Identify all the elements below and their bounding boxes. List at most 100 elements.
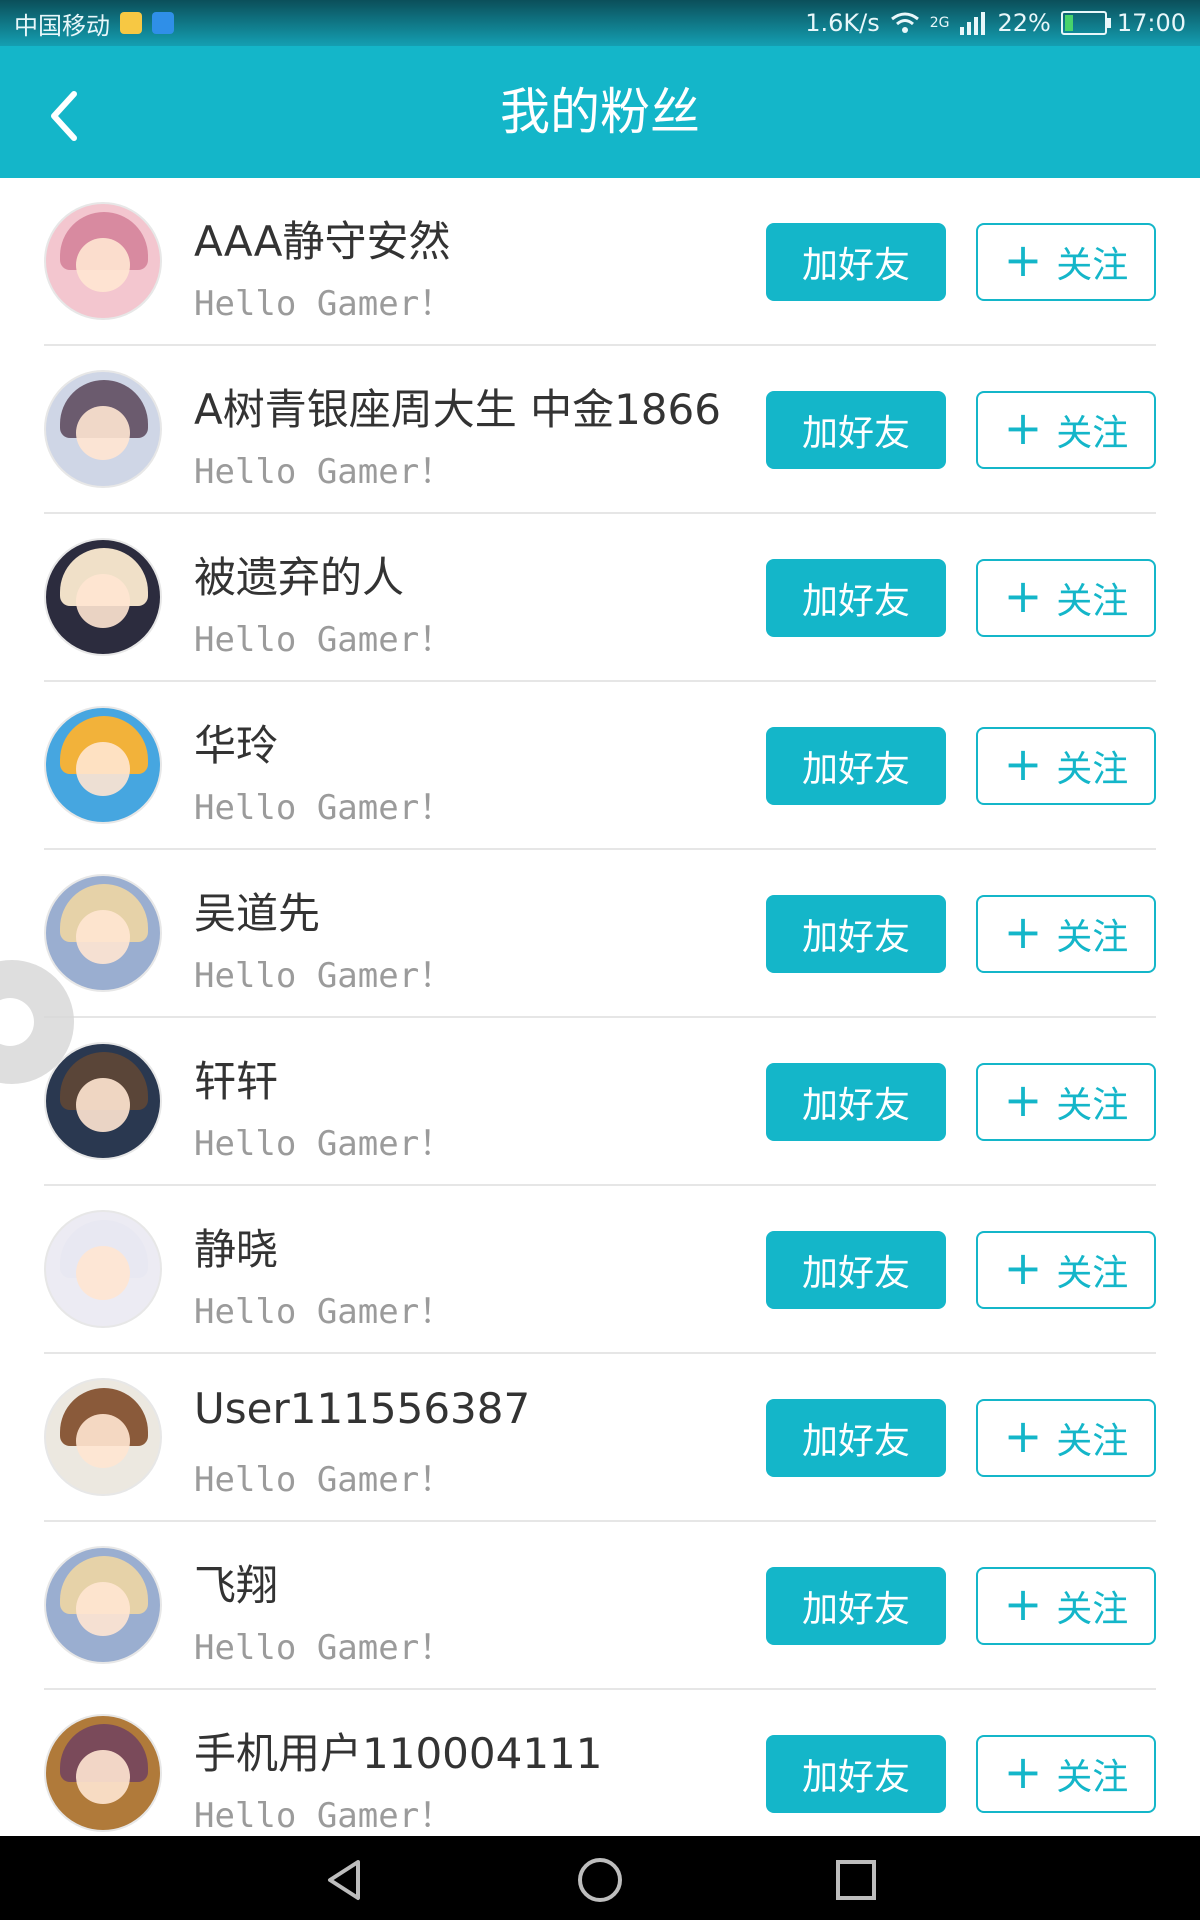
fan-row[interactable]: 飞翔 Hello Gamer！ 加好友 + 关注 — [0, 1522, 1200, 1690]
plus-icon: + — [1003, 1409, 1043, 1463]
follow-button[interactable]: + 关注 — [976, 1735, 1156, 1813]
avatar-face — [76, 1582, 130, 1636]
fan-row[interactable]: 手机用户110004111 Hello Gamer！ 加好友 + 关注 — [0, 1690, 1200, 1836]
add-friend-button[interactable]: 加好友 — [766, 895, 946, 973]
avatar-face — [76, 406, 130, 460]
add-friend-button[interactable]: 加好友 — [766, 727, 946, 805]
follow-label: 关注 — [1056, 1421, 1129, 1462]
wifi-icon — [890, 12, 919, 33]
add-friend-label: 加好友 — [801, 917, 910, 958]
avatar[interactable] — [44, 1546, 162, 1664]
fan-row[interactable]: A树青银座周大生 中金1866 Hello Gamer！ 加好友 + 关注 — [0, 346, 1200, 514]
follow-label: 关注 — [1056, 581, 1129, 622]
fan-row[interactable]: AAA静守安然 Hello Gamer！ 加好友 + 关注 — [0, 178, 1200, 346]
add-friend-label: 加好友 — [801, 749, 910, 790]
network-type-badge: 2G — [929, 15, 950, 31]
fan-name: 飞翔 — [194, 1561, 279, 1610]
fan-name: 华玲 — [194, 721, 279, 770]
follow-label: 关注 — [1056, 413, 1129, 454]
avatar-face — [76, 1078, 130, 1132]
fan-signature: Hello Gamer！ — [194, 1460, 454, 1500]
weibo-icon — [120, 12, 142, 34]
fan-list[interactable]: AAA静守安然 Hello Gamer！ 加好友 + 关注 A树青银座周大生 中… — [0, 178, 1200, 1836]
fan-signature: Hello Gamer！ — [194, 1628, 454, 1668]
carrier-label: 中国移动 — [14, 11, 110, 40]
follow-label: 关注 — [1056, 1253, 1129, 1294]
fan-name: 静晓 — [194, 1225, 279, 1274]
follow-label: 关注 — [1056, 1757, 1129, 1798]
avatar-face — [76, 1246, 130, 1300]
status-bar: 中国移动 1.6K/s 2G 22% 17:00 — [0, 0, 1200, 46]
circle-home-icon[interactable] — [576, 1856, 624, 1904]
add-friend-label: 加好友 — [801, 1589, 910, 1630]
add-friend-label: 加好友 — [801, 1421, 910, 1462]
add-friend-label: 加好友 — [801, 245, 910, 286]
battery-icon — [1060, 11, 1111, 35]
add-friend-button[interactable]: 加好友 — [766, 223, 946, 301]
plus-icon: + — [1003, 1241, 1043, 1295]
signal-icon — [960, 12, 986, 35]
follow-button[interactable]: + 关注 — [976, 1063, 1156, 1141]
fan-row[interactable]: 静晓 Hello Gamer！ 加好友 + 关注 — [0, 1186, 1200, 1354]
fan-row[interactable]: 被遗弃的人 Hello Gamer！ 加好友 + 关注 — [0, 514, 1200, 682]
fan-name: 吴道先 — [194, 889, 321, 938]
avatar[interactable] — [44, 706, 162, 824]
plus-icon: + — [1003, 1577, 1043, 1631]
avatar[interactable] — [44, 1210, 162, 1328]
avatar-face — [76, 1750, 130, 1804]
follow-label: 关注 — [1056, 1085, 1129, 1126]
avatar-face — [76, 742, 130, 796]
follow-button[interactable]: + 关注 — [976, 1399, 1156, 1477]
fan-name: AAA静守安然 — [194, 217, 451, 266]
add-friend-button[interactable]: 加好友 — [766, 1735, 946, 1813]
network-speed: 1.6K/s — [805, 9, 880, 37]
add-friend-label: 加好友 — [801, 413, 910, 454]
add-friend-button[interactable]: 加好友 — [766, 1231, 946, 1309]
follow-button[interactable]: + 关注 — [976, 223, 1156, 301]
app-notification-icon — [152, 12, 174, 34]
avatar-face — [76, 574, 130, 628]
follow-label: 关注 — [1056, 245, 1129, 286]
follow-button[interactable]: + 关注 — [976, 1567, 1156, 1645]
add-friend-button[interactable]: 加好友 — [766, 1399, 946, 1477]
avatar[interactable] — [44, 538, 162, 656]
follow-button[interactable]: + 关注 — [976, 559, 1156, 637]
fan-row[interactable]: 吴道先 Hello Gamer！ 加好友 + 关注 — [0, 850, 1200, 1018]
page-title: 我的粉丝 — [500, 83, 700, 141]
avatar-face — [76, 238, 130, 292]
status-right: 1.6K/s 2G 22% 17:00 — [805, 9, 1200, 37]
follow-button[interactable]: + 关注 — [976, 391, 1156, 469]
add-friend-button[interactable]: 加好友 — [766, 1063, 946, 1141]
avatar[interactable] — [44, 1042, 162, 1160]
follow-button[interactable]: + 关注 — [976, 895, 1156, 973]
add-friend-button[interactable]: 加好友 — [766, 391, 946, 469]
avatar[interactable] — [44, 1378, 162, 1496]
navigation-bar — [0, 1836, 1200, 1920]
fan-signature: Hello Gamer！ — [194, 788, 454, 828]
avatar[interactable] — [44, 202, 162, 320]
plus-icon: + — [1003, 233, 1043, 287]
follow-button[interactable]: + 关注 — [976, 1231, 1156, 1309]
add-friend-label: 加好友 — [801, 1085, 910, 1126]
plus-icon: + — [1003, 1073, 1043, 1127]
avatar[interactable] — [44, 1714, 162, 1832]
status-left: 中国移动 — [0, 6, 174, 41]
plus-icon: + — [1003, 401, 1043, 455]
follow-label: 关注 — [1056, 749, 1129, 790]
fan-row[interactable]: 华玲 Hello Gamer！ 加好友 + 关注 — [0, 682, 1200, 850]
square-recents-icon[interactable] — [832, 1856, 880, 1904]
fan-signature: Hello Gamer！ — [194, 956, 454, 996]
triangle-back-icon[interactable] — [322, 1856, 370, 1904]
add-friend-button[interactable]: 加好友 — [766, 559, 946, 637]
add-friend-button[interactable]: 加好友 — [766, 1567, 946, 1645]
add-friend-label: 加好友 — [801, 1757, 910, 1798]
follow-button[interactable]: + 关注 — [976, 727, 1156, 805]
avatar[interactable] — [44, 370, 162, 488]
avatar[interactable] — [44, 874, 162, 992]
fan-signature: Hello Gamer！ — [194, 452, 454, 492]
avatar-face — [76, 910, 130, 964]
fan-row[interactable]: 轩轩 Hello Gamer！ 加好友 + 关注 — [0, 1018, 1200, 1186]
fan-row[interactable]: User111556387 Hello Gamer！ 加好友 + 关注 — [0, 1354, 1200, 1522]
fan-signature: Hello Gamer！ — [194, 620, 454, 660]
fan-name: 被遗弃的人 — [194, 553, 405, 602]
